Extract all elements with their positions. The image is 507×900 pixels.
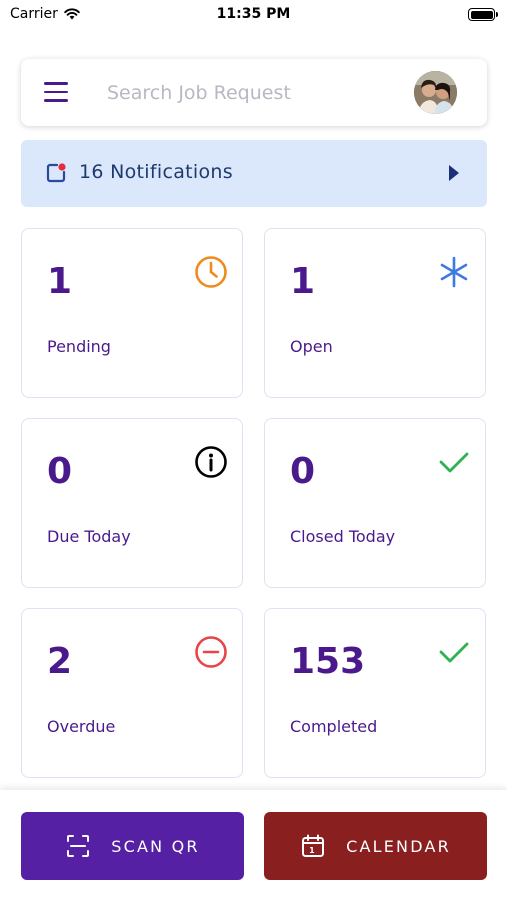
scan-qr-label: SCAN QR bbox=[111, 836, 200, 856]
card-label: Completed bbox=[290, 717, 378, 736]
svg-text:1: 1 bbox=[309, 846, 317, 855]
card-value: 0 bbox=[290, 451, 316, 492]
chevron-right-icon bbox=[449, 165, 459, 181]
minus-circle-icon bbox=[195, 636, 227, 668]
avatar[interactable] bbox=[414, 71, 457, 114]
card-value: 1 bbox=[47, 261, 73, 302]
check-icon bbox=[439, 452, 469, 473]
search-input[interactable] bbox=[107, 77, 397, 109]
card-value: 0 bbox=[47, 451, 73, 492]
calendar-label: CALENDAR bbox=[346, 836, 451, 856]
card-value: 153 bbox=[290, 641, 366, 682]
card-pending[interactable]: 1 Pending bbox=[21, 228, 243, 398]
calendar-button[interactable]: 1 CALENDAR bbox=[264, 812, 487, 880]
status-bar: Carrier 11:35 PM bbox=[0, 0, 507, 30]
card-closed-today[interactable]: 0 Closed Today bbox=[264, 418, 486, 588]
card-value: 2 bbox=[47, 641, 73, 682]
clock-icon bbox=[195, 256, 227, 288]
notification-bell-icon bbox=[46, 163, 66, 183]
card-label: Due Today bbox=[47, 527, 131, 546]
search-header bbox=[21, 59, 487, 126]
check-icon bbox=[439, 642, 469, 663]
card-completed[interactable]: 153 Completed bbox=[264, 608, 486, 778]
bottom-action-bar: SCAN QR 1 CALENDAR bbox=[0, 790, 507, 900]
asterisk-icon bbox=[440, 256, 468, 288]
notifications-banner[interactable]: 16 Notifications bbox=[21, 140, 487, 207]
card-label: Open bbox=[290, 337, 333, 356]
calendar-icon: 1 bbox=[302, 834, 325, 857]
status-time: 11:35 PM bbox=[216, 6, 291, 22]
card-label: Closed Today bbox=[290, 527, 396, 546]
info-icon bbox=[195, 446, 227, 478]
card-label: Overdue bbox=[47, 717, 116, 736]
battery-icon bbox=[468, 8, 498, 21]
hamburger-menu-icon[interactable] bbox=[44, 82, 68, 102]
scan-qr-icon bbox=[67, 835, 90, 857]
card-value: 1 bbox=[290, 261, 316, 302]
card-open[interactable]: 1 Open bbox=[264, 228, 486, 398]
card-label: Pending bbox=[47, 337, 111, 356]
scan-qr-button[interactable]: SCAN QR bbox=[21, 812, 244, 880]
notifications-label: 16 Notifications bbox=[79, 161, 233, 183]
card-due-today[interactable]: 0 Due Today bbox=[21, 418, 243, 588]
card-overdue[interactable]: 2 Overdue bbox=[21, 608, 243, 778]
